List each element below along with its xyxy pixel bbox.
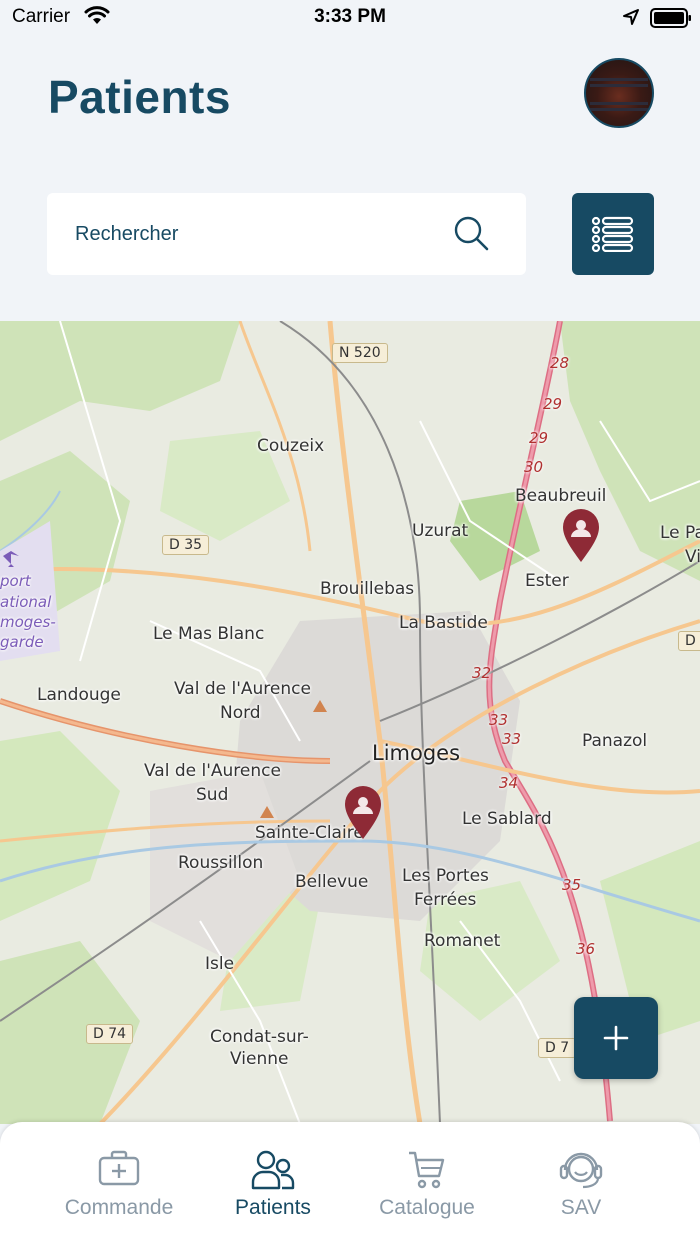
map-label: garde <box>0 633 44 651</box>
km-marker: 36 <box>576 940 596 958</box>
map-label: Nord <box>220 703 261 723</box>
map-label: Couzeix <box>257 436 325 456</box>
map-label: Vi <box>685 547 700 567</box>
map-label: Condat-sur- <box>210 1027 309 1047</box>
map-label: Landouge <box>37 685 121 705</box>
map-label: Ferrées <box>414 890 477 910</box>
tab-label: Commande <box>64 1196 174 1219</box>
km-marker: 30 <box>524 458 544 476</box>
list-icon <box>591 216 634 252</box>
tab-patients[interactable]: Patients <box>196 1122 350 1232</box>
medical-case-icon <box>98 1150 140 1186</box>
map-label: port <box>0 572 31 590</box>
map-label: Val de l'Aurence <box>174 679 311 699</box>
search-icon[interactable] <box>453 215 491 253</box>
road-label: D <box>678 631 700 651</box>
km-marker: 29 <box>543 395 563 413</box>
map-label: Panazol <box>582 731 648 751</box>
status-bar: Carrier 3:33 PM <box>0 0 700 36</box>
km-marker: 35 <box>562 876 582 894</box>
map-label: Le Sablard <box>462 809 552 829</box>
map-label: Roussillon <box>178 853 264 873</box>
list-view-button[interactable] <box>572 193 654 275</box>
tab-bar: Commande Patients Catalogue SAV <box>0 1122 700 1244</box>
cart-icon <box>409 1151 445 1189</box>
km-marker: 28 <box>550 354 570 372</box>
tab-label: Catalogue <box>379 1196 475 1219</box>
search-box <box>47 193 526 275</box>
location-arrow-icon <box>623 9 639 25</box>
plus-icon <box>603 1025 629 1051</box>
tab-commande[interactable]: Commande <box>42 1122 196 1232</box>
clock: 3:33 PM <box>314 6 386 27</box>
search-input[interactable] <box>75 193 435 275</box>
tab-catalogue[interactable]: Catalogue <box>350 1122 504 1232</box>
road-label: N 520 <box>332 343 388 363</box>
road-label: D 35 <box>162 535 210 555</box>
road-label: D 74 <box>86 1024 134 1044</box>
map-label: Ester <box>525 571 569 591</box>
add-patient-button[interactable] <box>574 997 658 1079</box>
support-headset-icon <box>559 1152 603 1189</box>
map-label: Les Portes <box>402 866 489 886</box>
users-icon <box>251 1150 295 1190</box>
km-marker: 32 <box>472 664 492 682</box>
map-label: Uzurat <box>412 521 469 541</box>
map-label: Sud <box>196 785 229 805</box>
map-label: Brouillebas <box>320 579 415 599</box>
battery-icon <box>650 8 691 28</box>
map-label: Beaubreuil <box>515 486 607 506</box>
map-label: ational <box>0 593 52 611</box>
km-marker: 29 <box>529 429 549 447</box>
map-label: Le Mas Blanc <box>153 624 265 644</box>
map-label: Romanet <box>424 931 501 951</box>
km-marker: 34 <box>499 774 519 792</box>
avatar[interactable] <box>584 58 654 128</box>
page-title: Patients <box>48 71 231 123</box>
tab-label: SAV <box>560 1196 602 1219</box>
km-marker: 33 <box>489 711 509 729</box>
map-label: moges- <box>0 613 56 631</box>
tab-sav[interactable]: SAV <box>504 1122 658 1232</box>
map-label: Le Pa <box>660 523 700 543</box>
map-label: Val de l'Aurence <box>144 761 281 781</box>
tab-label: Patients <box>235 1196 311 1219</box>
km-marker: 33 <box>502 730 522 748</box>
map-label: Vienne <box>230 1049 289 1069</box>
map-label: Bellevue <box>295 872 369 892</box>
road-label: D 7 <box>538 1038 577 1058</box>
map-label: La Bastide <box>399 613 488 633</box>
map-label: Isle <box>205 954 235 974</box>
patient-pin-ester[interactable] <box>562 509 600 563</box>
patient-pin-sainte-claire[interactable] <box>344 786 382 840</box>
map-label: Limoges <box>372 741 461 765</box>
